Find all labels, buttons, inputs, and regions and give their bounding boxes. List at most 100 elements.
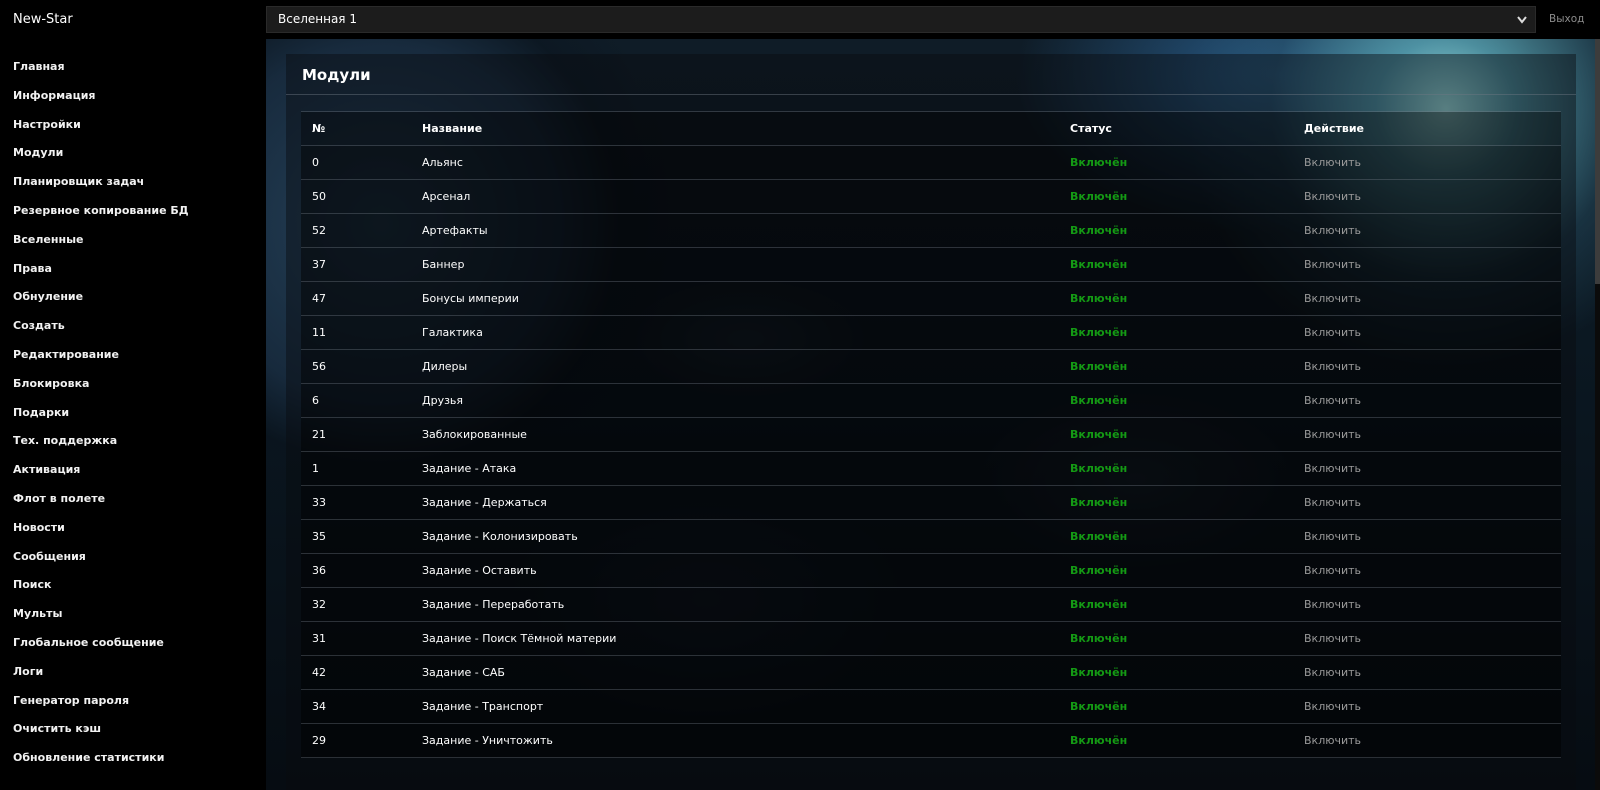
module-action-link[interactable]: Включить bbox=[1293, 145, 1561, 180]
sidebar-item[interactable]: Информация bbox=[13, 88, 189, 117]
module-action-link[interactable]: Включить bbox=[1293, 315, 1561, 350]
module-id-cell: 0 bbox=[301, 145, 411, 180]
sidebar-item[interactable]: Редактирование bbox=[13, 347, 189, 376]
table-row: 21 Заблокированные Включён Включить bbox=[301, 417, 1561, 452]
sidebar-item[interactable]: Тех. поддержка bbox=[13, 433, 189, 462]
table-row: 11 Галактика Включён Включить bbox=[301, 315, 1561, 350]
module-action-link[interactable]: Включить bbox=[1293, 723, 1561, 758]
module-action-link[interactable]: Включить bbox=[1293, 689, 1561, 724]
module-id-cell: 6 bbox=[301, 383, 411, 418]
module-status-cell: Включён bbox=[1059, 655, 1293, 690]
module-name-cell: Задание - Оставить bbox=[411, 553, 1059, 588]
page-scrollbar[interactable] bbox=[1595, 39, 1600, 790]
logout-link[interactable]: Выход bbox=[1549, 13, 1584, 25]
table-row: 37 Баннер Включён Включить bbox=[301, 247, 1561, 282]
module-name-cell: Задание - Поиск Тёмной материи bbox=[411, 621, 1059, 656]
module-status-cell: Включён bbox=[1059, 179, 1293, 214]
module-id-cell: 37 bbox=[301, 247, 411, 282]
table-row: 33 Задание - Держаться Включён Включить bbox=[301, 485, 1561, 520]
table-row: 36 Задание - Оставить Включён Включить bbox=[301, 553, 1561, 588]
module-action-link[interactable]: Включить bbox=[1293, 553, 1561, 588]
table-row: 1 Задание - Атака Включён Включить bbox=[301, 451, 1561, 486]
column-header-name: Название bbox=[411, 111, 1059, 146]
module-status-cell: Включён bbox=[1059, 553, 1293, 588]
module-name-cell: Альянс bbox=[411, 145, 1059, 180]
sidebar-item[interactable]: Очистить кэш bbox=[13, 721, 189, 750]
module-name-cell: Задание - Колонизировать bbox=[411, 519, 1059, 554]
module-name-cell: Бонусы империи bbox=[411, 281, 1059, 316]
module-id-cell: 36 bbox=[301, 553, 411, 588]
sidebar-item[interactable]: Флот в полете bbox=[13, 491, 189, 520]
module-action-link[interactable]: Включить bbox=[1293, 451, 1561, 486]
sidebar-item[interactable]: Права bbox=[13, 261, 189, 290]
sidebar-item[interactable]: Логи bbox=[13, 664, 189, 693]
module-name-cell: Друзья bbox=[411, 383, 1059, 418]
sidebar-item[interactable]: Сообщения bbox=[13, 549, 189, 578]
module-id-cell: 50 bbox=[301, 179, 411, 214]
sidebar-item[interactable]: Новости bbox=[13, 520, 189, 549]
table-row: 31 Задание - Поиск Тёмной материи Включён В… bbox=[301, 621, 1561, 656]
module-status-cell: Включён bbox=[1059, 145, 1293, 180]
module-id-cell: 52 bbox=[301, 213, 411, 248]
table-row: 56 Дилеры Включён Включить bbox=[301, 349, 1561, 384]
module-name-cell: Задание - Транспорт bbox=[411, 689, 1059, 724]
sidebar-item[interactable]: Мульты bbox=[13, 606, 189, 635]
sidebar-item[interactable]: Генератор пароля bbox=[13, 693, 189, 722]
module-status-cell: Включён bbox=[1059, 247, 1293, 282]
sidebar-item[interactable]: Глобальное сообщение bbox=[13, 635, 189, 664]
sidebar-item[interactable]: Обновление статистики bbox=[13, 750, 189, 779]
module-id-cell: 31 bbox=[301, 621, 411, 656]
module-action-link[interactable]: Включить bbox=[1293, 349, 1561, 384]
module-action-link[interactable]: Включить bbox=[1293, 247, 1561, 282]
sidebar-item[interactable]: Поиск bbox=[13, 577, 189, 606]
sidebar-item[interactable]: Настройки bbox=[13, 117, 189, 146]
sidebar-item[interactable]: Главная bbox=[13, 59, 189, 88]
page-title: Модули bbox=[302, 66, 371, 84]
module-status-cell: Включён bbox=[1059, 451, 1293, 486]
table-row: 32 Задание - Переработать Включён Включить bbox=[301, 587, 1561, 622]
sidebar: New-Star Главная Информация Настройки Модул… bbox=[0, 0, 266, 790]
module-id-cell: 56 bbox=[301, 349, 411, 384]
module-action-link[interactable]: Включить bbox=[1293, 383, 1561, 418]
module-action-link[interactable]: Включить bbox=[1293, 485, 1561, 520]
module-id-cell: 47 bbox=[301, 281, 411, 316]
module-status-cell: Включён bbox=[1059, 349, 1293, 384]
sidebar-item[interactable]: Обнуление bbox=[13, 289, 189, 318]
sidebar-item[interactable]: Модули bbox=[13, 145, 189, 174]
module-action-link[interactable]: Включить bbox=[1293, 417, 1561, 452]
module-name-cell: Артефакты bbox=[411, 213, 1059, 248]
module-action-link[interactable]: Включить bbox=[1293, 179, 1561, 214]
module-action-link[interactable]: Включить bbox=[1293, 655, 1561, 690]
universe-select-value: Вселенная 1 bbox=[278, 12, 357, 26]
sidebar-item[interactable]: Активация bbox=[13, 462, 189, 491]
module-status-cell: Включён bbox=[1059, 485, 1293, 520]
module-action-link[interactable]: Включить bbox=[1293, 281, 1561, 316]
scrollbar-thumb[interactable] bbox=[1595, 39, 1600, 284]
universe-select[interactable]: Вселенная 1 bbox=[266, 6, 1536, 33]
table-header-row: № Название Статус Действие bbox=[301, 111, 1561, 146]
module-name-cell: Задание - Переработать bbox=[411, 587, 1059, 622]
sidebar-item[interactable]: Резервное копирование БД bbox=[13, 203, 189, 232]
module-id-cell: 33 bbox=[301, 485, 411, 520]
sidebar-item[interactable]: Блокировка bbox=[13, 376, 189, 405]
module-id-cell: 35 bbox=[301, 519, 411, 554]
module-name-cell: Дилеры bbox=[411, 349, 1059, 384]
module-name-cell: Галактика bbox=[411, 315, 1059, 350]
module-action-link[interactable]: Включить bbox=[1293, 519, 1561, 554]
module-action-link[interactable]: Включить bbox=[1293, 213, 1561, 248]
sidebar-item[interactable]: Вселенные bbox=[13, 232, 189, 261]
table-row: 0 Альянс Включён Включить bbox=[301, 145, 1561, 180]
sidebar-item[interactable]: Планировщик задач bbox=[13, 174, 189, 203]
module-status-cell: Включён bbox=[1059, 383, 1293, 418]
table-row: 29 Задание - Уничтожить Включён Включить bbox=[301, 723, 1561, 758]
module-id-cell: 1 bbox=[301, 451, 411, 486]
module-action-link[interactable]: Включить bbox=[1293, 621, 1561, 656]
module-action-link[interactable]: Включить bbox=[1293, 587, 1561, 622]
brand-logo[interactable]: New-Star bbox=[13, 12, 73, 27]
module-id-cell: 32 bbox=[301, 587, 411, 622]
module-status-cell: Включён bbox=[1059, 315, 1293, 350]
module-status-cell: Включён bbox=[1059, 723, 1293, 758]
sidebar-item[interactable]: Подарки bbox=[13, 405, 189, 434]
sidebar-item[interactable]: Создать bbox=[13, 318, 189, 347]
module-id-cell: 11 bbox=[301, 315, 411, 350]
